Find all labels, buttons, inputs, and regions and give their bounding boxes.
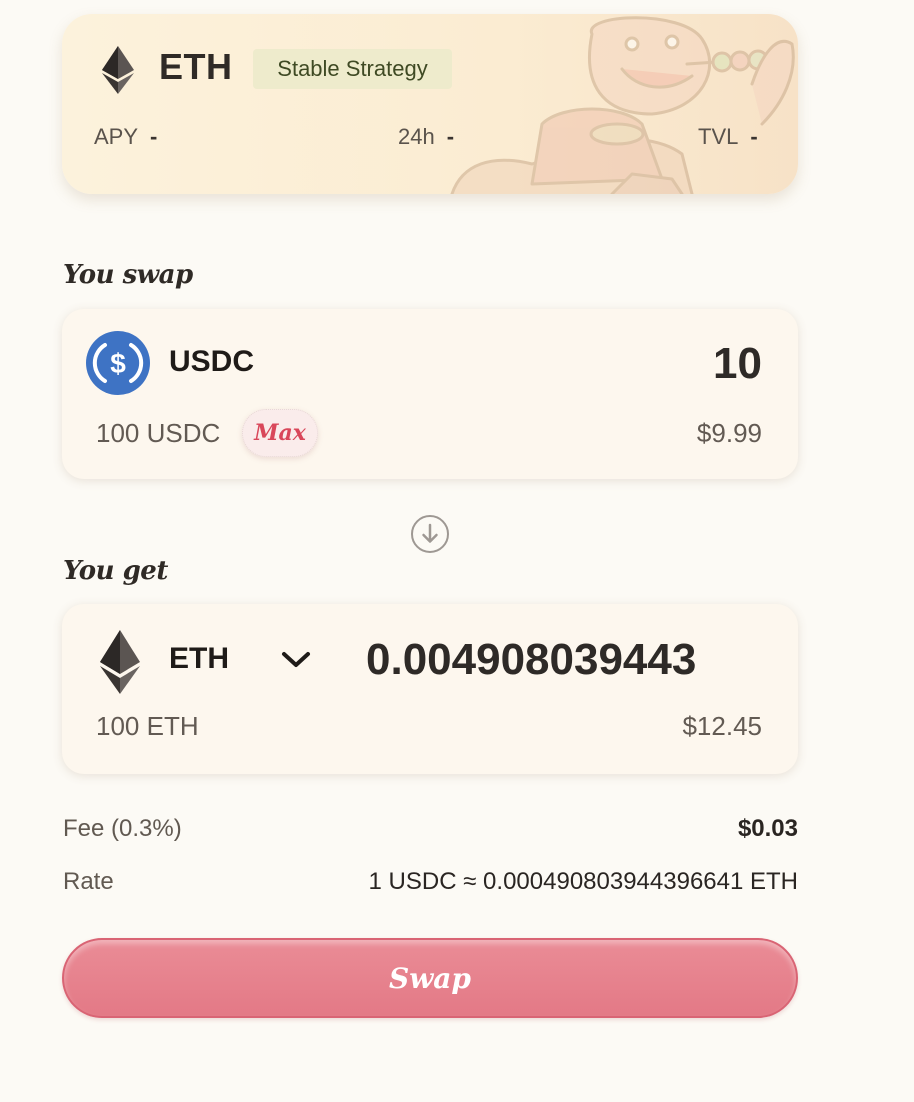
to-section-title: You get [63,556,168,586]
to-amount-value: 0.004908039443 [366,635,697,684]
fee-value: $0.03 [737,815,798,842]
from-balance: 100 USDC [96,418,221,448]
from-token-card: $ USDC 10 100 USDC Max $9.99 [62,309,798,479]
24h-stat: 24h - [398,124,454,150]
usdc-icon: $ [86,331,150,395]
rate-value: 1 USDC ≈ 0.000490803944396641 ETH [368,868,798,895]
from-section-title: You swap [63,260,193,290]
svg-text:$: $ [110,348,126,379]
24h-value: - [446,124,455,149]
24h-label: 24h [398,124,435,149]
arrow-down-circle-icon[interactable] [410,514,450,554]
chevron-down-icon[interactable] [280,648,312,670]
to-token-name[interactable]: ETH [169,642,229,676]
strategy-badge: Stable Strategy [253,49,452,89]
from-token-name: USDC [169,345,255,378]
to-amount-field[interactable]: 0.004908039443 [366,630,764,690]
from-usd-value: $9.99 [696,418,762,448]
to-balance: 100 ETH [96,711,199,741]
tvl-label: TVL [698,124,739,149]
fee-label: Fee (0.3%) [63,815,182,842]
mascot-illustration [450,16,795,194]
max-button[interactable]: Max [242,409,318,457]
strategy-token-name: ETH [159,46,233,87]
apy-label: APY [94,124,139,149]
ethereum-icon [100,630,140,694]
ethereum-icon [102,46,134,94]
rate-label: Rate [63,868,114,895]
tvl-value: - [750,124,758,149]
apy-stat: APY - [94,124,157,150]
to-token-card: ETH 0.004908039443 100 ETH $12.45 [62,604,798,774]
swap-page: ETH Stable Strategy APY - 24h - TVL - You s… [0,0,914,1102]
strategy-card[interactable]: ETH Stable Strategy APY - 24h - TVL - [62,14,798,194]
swap-button[interactable]: Swap [62,938,798,1018]
tvl-stat: TVL - [698,124,758,150]
from-amount-input[interactable]: 10 [713,339,762,389]
apy-value: - [150,124,158,149]
to-usd-value: $12.45 [682,711,762,741]
